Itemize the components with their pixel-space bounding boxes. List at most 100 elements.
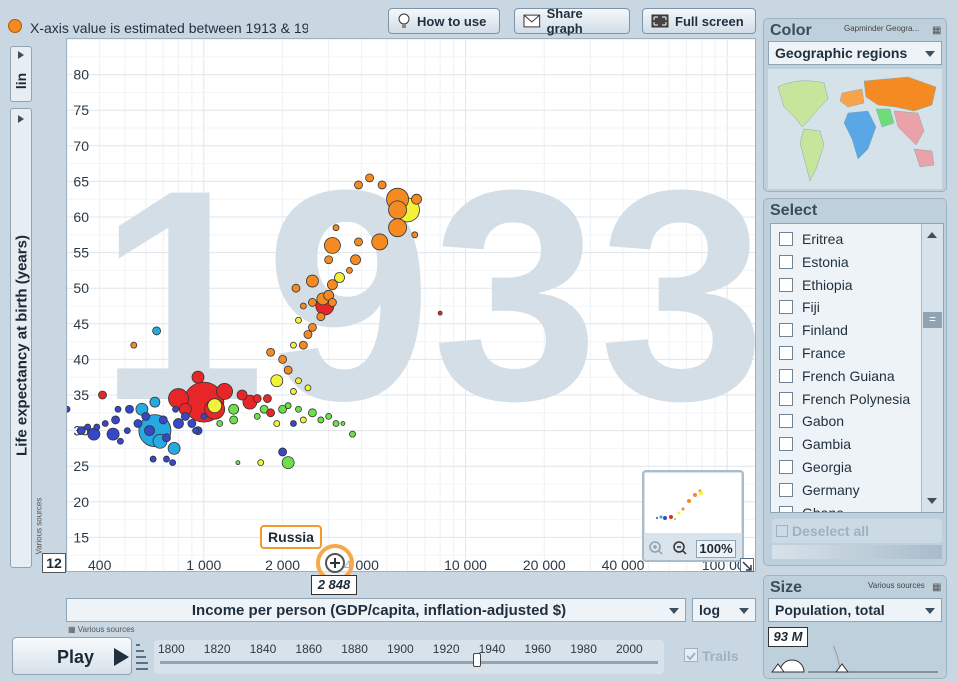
checkbox[interactable] xyxy=(779,254,793,269)
data-bubble xyxy=(290,341,297,349)
list-item[interactable]: France xyxy=(779,342,846,364)
data-bubble xyxy=(117,437,124,445)
x-value-label: 2 848 xyxy=(311,575,357,595)
timeline-year-label: 1900 xyxy=(387,642,414,656)
timeline-handle[interactable] xyxy=(472,653,481,667)
checkbox[interactable] xyxy=(779,300,793,315)
data-bubble xyxy=(340,421,346,426)
x-tick-label: 400 xyxy=(88,557,112,572)
list-item[interactable]: French Polynesia xyxy=(779,388,910,410)
resize-icon[interactable] xyxy=(740,558,754,572)
checkbox[interactable] xyxy=(779,482,793,497)
data-bubble xyxy=(298,340,308,350)
scroll-thumb[interactable]: = xyxy=(923,312,942,328)
data-bubble xyxy=(388,200,407,220)
x-axis-title: Income per person (GDP/capita, inflation… xyxy=(191,601,567,619)
data-bubble xyxy=(291,283,301,293)
minimap-panel[interactable]: 100% xyxy=(642,470,744,562)
y-indicator-selector[interactable]: Life expectancy at birth (years) xyxy=(10,108,32,568)
data-bubble xyxy=(229,415,239,425)
x-tick-label: 2 000 xyxy=(265,557,300,572)
checkbox[interactable] xyxy=(779,437,793,452)
checkbox[interactable] xyxy=(779,277,793,292)
list-item-label: Eritrea xyxy=(802,231,844,247)
data-bubble xyxy=(149,396,161,408)
select-title: Select xyxy=(770,202,818,219)
y-tick-label: 75 xyxy=(73,102,89,118)
list-item[interactable]: Gabon xyxy=(779,410,844,432)
list-item-label: Ethiopia xyxy=(802,276,853,293)
play-icon xyxy=(114,648,129,666)
list-item-label: French Guiana xyxy=(802,367,895,384)
x-scale-label: log xyxy=(699,602,720,618)
full-screen-button[interactable]: Full screen xyxy=(642,8,756,34)
data-bubble xyxy=(235,460,241,466)
zoom-out-icon[interactable] xyxy=(672,540,688,556)
speed-icon[interactable] xyxy=(134,641,148,673)
data-bubble xyxy=(304,384,312,392)
list-item[interactable]: Ethiopia xyxy=(779,274,853,296)
checkbox[interactable] xyxy=(779,505,793,512)
deselect-all-button[interactable]: Deselect all xyxy=(772,519,942,543)
country-tooltip: Russia xyxy=(260,525,322,549)
list-item-label: Finland xyxy=(802,322,848,339)
data-bubble xyxy=(162,433,171,443)
x-indicator-selector[interactable]: Income per person (GDP/capita, inflation… xyxy=(66,598,686,622)
list-item[interactable]: Germany xyxy=(779,479,860,501)
zoom-percent[interactable]: 100% xyxy=(696,540,736,558)
checkbox[interactable] xyxy=(779,391,793,406)
list-item[interactable]: Eritrea xyxy=(779,228,843,250)
data-bubble xyxy=(328,298,337,307)
scroll-up-icon[interactable] xyxy=(927,232,937,238)
list-item[interactable]: Fiji xyxy=(779,296,820,318)
checkbox[interactable] xyxy=(779,414,793,429)
list-item[interactable]: Finland xyxy=(779,319,848,341)
color-title: Color xyxy=(770,22,812,39)
trails-checkbox[interactable] xyxy=(684,648,698,662)
timeline-slider[interactable]: 1800 1820 1840 1860 1880 1900 1920 1940 1960 1980… xyxy=(154,640,664,674)
play-button[interactable]: Play xyxy=(12,637,132,675)
data-bubble xyxy=(106,427,120,441)
list-item[interactable]: Georgia xyxy=(779,456,852,478)
timeline-year-label: 1920 xyxy=(432,642,460,656)
size-selected: Population, total xyxy=(775,602,885,618)
list-item-label: France xyxy=(802,345,846,361)
scroll-down-icon[interactable] xyxy=(927,498,937,504)
x-scale-selector[interactable]: log xyxy=(692,598,756,622)
region-map[interactable] xyxy=(768,69,942,189)
size-slider[interactable] xyxy=(768,646,944,676)
data-bubble xyxy=(163,455,170,463)
warning-icon xyxy=(8,19,22,33)
data-bubble xyxy=(228,403,240,415)
share-graph-button[interactable]: Share graph xyxy=(514,6,630,36)
checkbox[interactable] xyxy=(779,460,793,474)
data-bubble xyxy=(123,427,131,435)
data-bubble xyxy=(266,347,276,357)
country-list[interactable]: Eritrea Estonia Ethiopia Fiji Finland France F… xyxy=(770,223,944,513)
y-scale-selector[interactable]: lin xyxy=(10,46,32,102)
list-scrollbar[interactable]: = xyxy=(921,224,943,512)
checkbox[interactable] xyxy=(779,323,793,338)
color-selector[interactable]: Geographic regions xyxy=(768,41,942,65)
data-bubble xyxy=(308,408,317,418)
data-bubble xyxy=(283,365,293,375)
resize-arrow-icon xyxy=(742,561,752,571)
y-tick-label: 60 xyxy=(73,209,89,225)
list-item[interactable]: Ghana xyxy=(779,502,844,512)
checkbox[interactable] xyxy=(779,232,793,246)
size-selector[interactable]: Population, total xyxy=(768,598,942,622)
data-bubble xyxy=(114,405,122,413)
data-bubble xyxy=(180,411,190,421)
how-to-use-button[interactable]: How to use xyxy=(388,8,500,34)
data-bubble xyxy=(252,394,262,403)
list-item[interactable]: French Guiana xyxy=(779,365,895,387)
list-item[interactable]: Estonia xyxy=(779,251,849,273)
checkbox[interactable] xyxy=(779,368,793,383)
zoom-in-disabled-icon[interactable] xyxy=(648,540,664,556)
y-tick-label: 25 xyxy=(73,458,89,474)
checkbox[interactable] xyxy=(779,346,793,360)
data-bubble xyxy=(316,312,326,322)
data-bubble xyxy=(290,388,297,395)
list-item[interactable]: Gambia xyxy=(779,433,851,455)
data-bubble xyxy=(349,430,356,438)
